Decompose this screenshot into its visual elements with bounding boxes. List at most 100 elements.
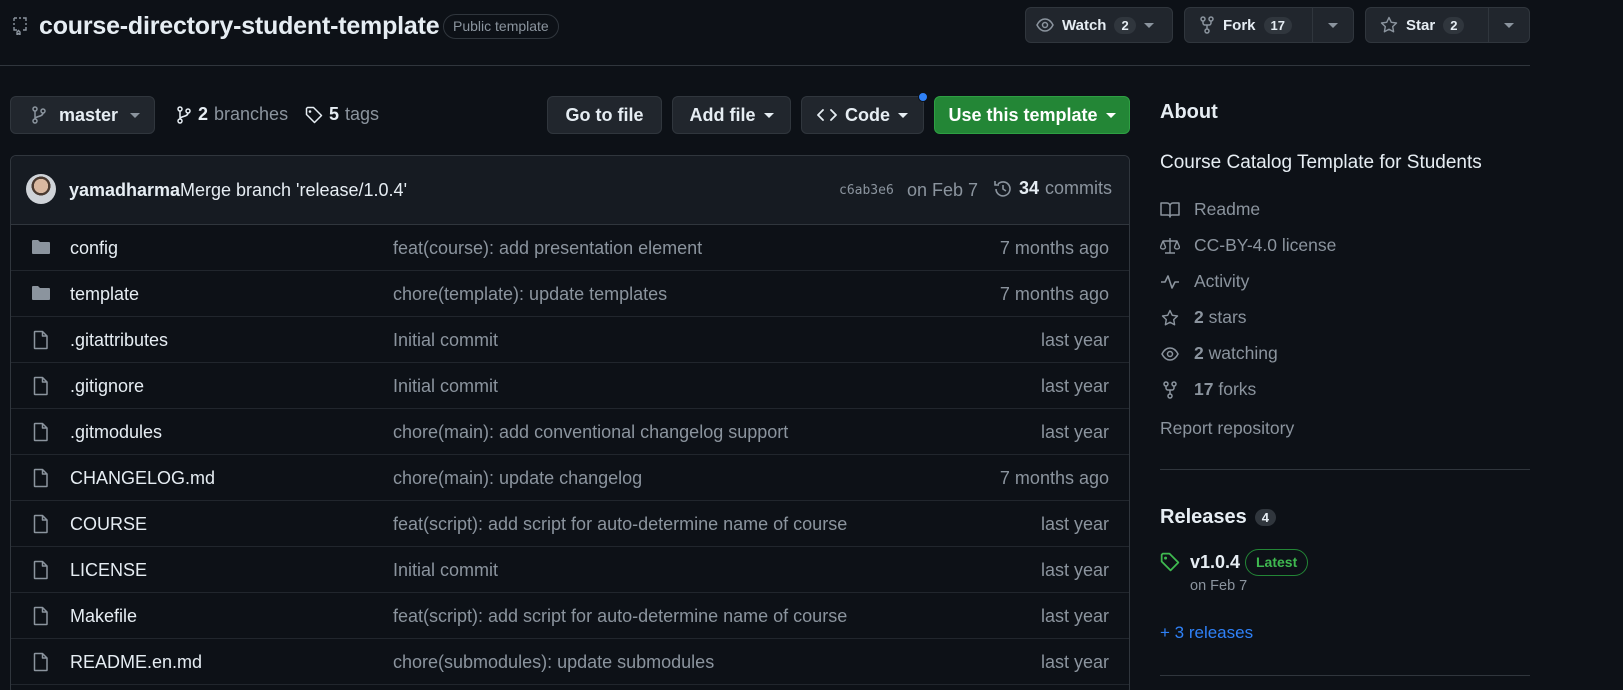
- repo-name-link[interactable]: course-directory-student-template: [39, 12, 440, 41]
- file-icon: [31, 376, 51, 396]
- file-icon: [31, 330, 51, 350]
- forks-label: forks: [1218, 379, 1257, 399]
- star-button[interactable]: Star 2: [1366, 8, 1488, 42]
- stars-link[interactable]: 2 stars: [1160, 307, 1247, 328]
- watching-link[interactable]: 2 watching: [1160, 343, 1278, 364]
- star-count: 2: [1443, 16, 1465, 34]
- branches-label: branches: [214, 104, 289, 124]
- fork-count: 17: [1263, 16, 1292, 34]
- file-commit-message-link[interactable]: chore(main): add conventional changelog …: [393, 422, 788, 443]
- branch-select-button[interactable]: master: [10, 96, 155, 134]
- fork-button-group: Fork 17: [1184, 7, 1354, 43]
- file-commit-message-link[interactable]: Initial commit: [393, 376, 498, 397]
- add-file-button[interactable]: Add file: [672, 96, 791, 134]
- file-commit-message-link[interactable]: chore(main): update changelog: [393, 468, 642, 489]
- notification-dot: [918, 92, 928, 102]
- code-button[interactable]: Code: [801, 96, 924, 134]
- file-commit-message-link[interactable]: feat(script): add script for auto-determ…: [393, 514, 847, 535]
- readme-link[interactable]: Readme: [1160, 199, 1260, 220]
- branches-link[interactable]: 2 branches: [176, 104, 288, 125]
- file-name-link[interactable]: .gitignore: [70, 376, 144, 397]
- use-template-label: Use this template: [948, 104, 1098, 125]
- commit-author-link[interactable]: yamadharma: [69, 180, 180, 201]
- commits-history-link[interactable]: 34 commits: [993, 178, 1112, 199]
- file-name-link[interactable]: COURSE: [70, 514, 147, 535]
- fork-dropdown-button[interactable]: [1313, 8, 1353, 42]
- watch-button[interactable]: Watch 2: [1025, 7, 1173, 43]
- file-name-link[interactable]: LICENSE: [70, 560, 147, 581]
- commit-date: on Feb 7: [907, 180, 979, 200]
- chevron-down-icon: [763, 112, 774, 118]
- commits-label: commits: [1045, 178, 1113, 198]
- tags-label: tags: [345, 104, 380, 124]
- go-to-file-label: Go to file: [565, 104, 644, 125]
- fork-icon: [1160, 380, 1180, 399]
- latest-commit-bar: yamadharma Merge branch 'release/1.0.4' …: [11, 156, 1129, 225]
- stars-label: stars: [1208, 307, 1247, 327]
- star-icon: [1160, 309, 1180, 327]
- chevron-down-icon: [1504, 22, 1514, 28]
- file-commit-age: last year: [1040, 560, 1109, 580]
- chevron-down-icon: [130, 112, 141, 118]
- file-commit-age: last year: [1040, 330, 1109, 350]
- file-commit-message-link[interactable]: Initial commit: [393, 560, 498, 581]
- folder-icon: [31, 238, 51, 256]
- divider: [1160, 469, 1530, 470]
- eye-icon: [1160, 345, 1180, 363]
- file-commit-message-link[interactable]: feat(course): add presentation element: [393, 238, 702, 259]
- file-row: template chore(template): update template…: [11, 271, 1129, 317]
- file-commit-message-link[interactable]: feat(script): add script for auto-determ…: [393, 606, 847, 627]
- file-name-link[interactable]: config: [70, 238, 118, 259]
- commits-count: 34: [1019, 178, 1040, 198]
- avatar[interactable]: [26, 174, 56, 204]
- watch-count: 2: [1114, 16, 1136, 34]
- file-commit-message-link[interactable]: Initial commit: [393, 330, 498, 351]
- file-commit-age: last year: [1040, 514, 1109, 534]
- file-commit-age: 7 months ago: [999, 468, 1109, 488]
- file-name-link[interactable]: template: [70, 284, 139, 305]
- repo-template-icon: [12, 17, 28, 35]
- branch-icon: [31, 106, 47, 124]
- forks-link[interactable]: 17 forks: [1160, 379, 1256, 400]
- fork-button[interactable]: Fork 17: [1185, 8, 1312, 42]
- commit-sha-link[interactable]: c6ab3e6: [839, 183, 894, 198]
- file-commit-age: 7 months ago: [999, 284, 1109, 304]
- tags-link[interactable]: 5 tags: [305, 104, 379, 125]
- tags-count: 5: [329, 104, 340, 124]
- visibility-badge: Public template: [443, 14, 559, 39]
- branch-name: master: [59, 104, 119, 125]
- code-icon: [817, 107, 837, 123]
- file-row: .gitmodules chore(main): add conventional…: [11, 409, 1129, 455]
- star-button-group: Star 2: [1365, 7, 1530, 43]
- file-commit-message-link[interactable]: chore(template): update templates: [393, 284, 667, 305]
- file-commit-age: last year: [1040, 606, 1109, 626]
- file-commit-message-link[interactable]: chore(submodules): update submodules: [393, 652, 714, 673]
- chevron-down-icon: [1328, 22, 1338, 28]
- file-name-link[interactable]: .gitattributes: [70, 330, 168, 351]
- file-icon: [31, 606, 51, 626]
- use-template-button[interactable]: Use this template: [934, 96, 1130, 134]
- file-row: README.en.md chore(submodules): update su…: [11, 639, 1129, 685]
- license-label: CC-BY-4.0 license: [1194, 235, 1337, 255]
- repo-description: Course Catalog Template for Students: [1160, 152, 1482, 173]
- star-dropdown-button[interactable]: [1489, 8, 1529, 42]
- file-name-link[interactable]: .gitmodules: [70, 422, 162, 443]
- release-tag-link[interactable]: v1.0.4: [1190, 552, 1240, 573]
- file-icon: [31, 652, 51, 672]
- releases-heading-link[interactable]: Releases 4: [1160, 506, 1276, 529]
- file-name-link[interactable]: README.en.md: [70, 652, 202, 673]
- file-name-link[interactable]: CHANGELOG.md: [70, 468, 215, 489]
- more-releases-link[interactable]: + 3 releases: [1160, 623, 1253, 643]
- file-name-link[interactable]: Makefile: [70, 606, 137, 627]
- readme-label: Readme: [1194, 199, 1261, 219]
- forks-count: 17: [1194, 379, 1214, 399]
- activity-link[interactable]: Activity: [1160, 271, 1249, 292]
- add-file-label: Add file: [689, 104, 756, 125]
- folder-icon: [31, 284, 51, 302]
- go-to-file-button[interactable]: Go to file: [547, 96, 662, 134]
- license-link[interactable]: CC-BY-4.0 license: [1160, 235, 1336, 256]
- report-repository-link[interactable]: Report repository: [1160, 418, 1294, 439]
- history-icon: [993, 179, 1013, 199]
- file-commit-age: 7 months ago: [999, 238, 1109, 258]
- commit-message-link[interactable]: Merge branch 'release/1.0.4': [180, 180, 407, 201]
